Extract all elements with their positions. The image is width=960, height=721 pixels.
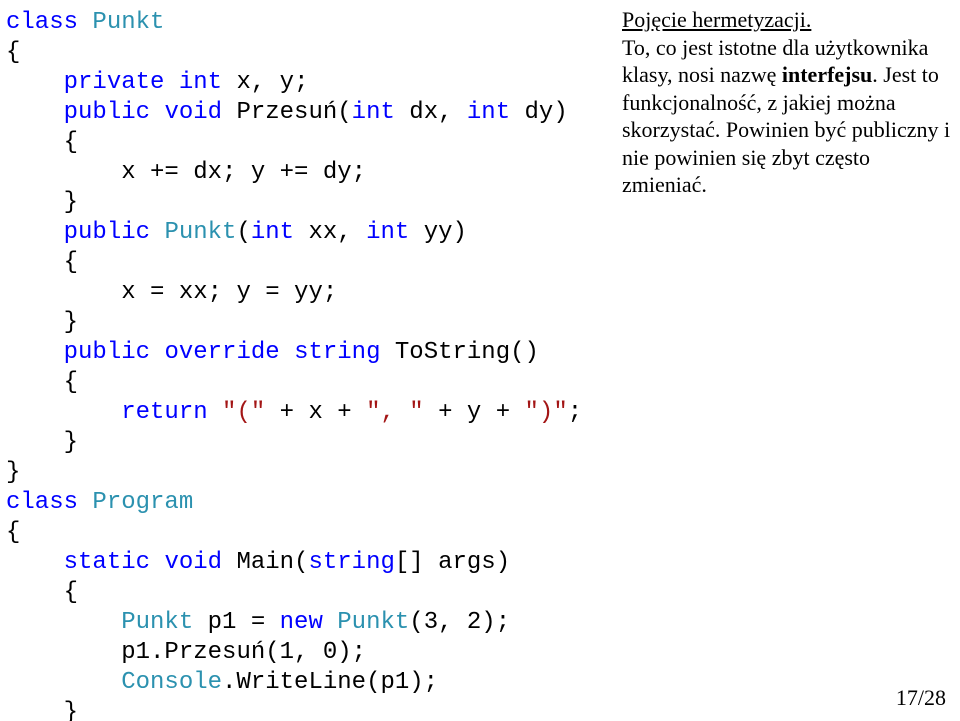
kw-int: int	[467, 99, 510, 126]
type-punkt: Punkt	[164, 219, 236, 246]
space	[150, 219, 164, 246]
code-block: class Punkt { private int x, y; public v…	[0, 0, 616, 721]
param-end: dy)	[510, 99, 568, 126]
kw-public: public	[64, 339, 150, 366]
kw-void: void	[164, 549, 222, 576]
kw-string: string	[294, 339, 380, 366]
param-end: yy)	[409, 219, 467, 246]
space	[323, 609, 337, 636]
brace-close: }	[6, 429, 78, 456]
string-literal: ", "	[366, 399, 424, 426]
kw-override: override	[164, 339, 279, 366]
string-literal: "("	[222, 399, 265, 426]
kw-static: static	[64, 549, 150, 576]
space	[78, 489, 92, 516]
indent	[6, 609, 121, 636]
sidebar-title: Pojęcie hermetyzacji.	[622, 6, 952, 34]
brace-open: {	[6, 39, 20, 66]
sidebar-note: Pojęcie hermetyzacji. To, co jest istotn…	[622, 6, 952, 199]
brace-close: }	[6, 189, 78, 216]
method-name: Przesuń(	[222, 99, 352, 126]
code-line: p1.Przesuń(1, 0);	[6, 639, 366, 666]
kw-class: class	[6, 489, 78, 516]
field-names: x, y;	[222, 69, 308, 96]
brace-close: }	[6, 459, 20, 486]
semicolon: ;	[568, 399, 582, 426]
type-program: Program	[92, 489, 193, 516]
type-punkt: Punkt	[121, 609, 193, 636]
brace-open: {	[6, 519, 20, 546]
sidebar-bold-term: interfejsu	[782, 62, 872, 87]
brace-close: }	[6, 309, 78, 336]
indent	[6, 69, 64, 96]
method-name: Main(	[222, 549, 308, 576]
ctor-args: (3, 2);	[409, 609, 510, 636]
string-literal: ")"	[525, 399, 568, 426]
param-sep: dx,	[395, 99, 467, 126]
code-line: x = xx; y = yy;	[6, 279, 337, 306]
method-call: .WriteLine(p1);	[222, 669, 438, 696]
method-name: ToString()	[380, 339, 538, 366]
kw-return: return	[121, 399, 207, 426]
kw-int: int	[179, 69, 222, 96]
kw-int: int	[251, 219, 294, 246]
brace-open: {	[6, 129, 78, 156]
slide-page: class Punkt { private int x, y; public v…	[0, 0, 960, 721]
kw-string: string	[308, 549, 394, 576]
kw-void: void	[164, 99, 222, 126]
param-end: [] args)	[395, 549, 510, 576]
type-console: Console	[121, 669, 222, 696]
concat: + x +	[265, 399, 366, 426]
brace-close: }	[6, 699, 78, 721]
indent	[6, 399, 121, 426]
brace-open: {	[6, 249, 78, 276]
paren: (	[236, 219, 250, 246]
assign: p1 =	[193, 609, 279, 636]
param-sep: xx,	[294, 219, 366, 246]
kw-public: public	[64, 99, 150, 126]
indent	[6, 219, 64, 246]
brace-open: {	[6, 369, 78, 396]
indent	[6, 549, 64, 576]
kw-int: int	[352, 99, 395, 126]
sidebar-paragraph: To, co jest istotne dla użytkownika klas…	[622, 34, 952, 199]
kw-class: class	[6, 9, 78, 36]
type-punkt: Punkt	[92, 9, 164, 36]
type-punkt: Punkt	[337, 609, 409, 636]
kw-int: int	[366, 219, 409, 246]
indent	[6, 669, 121, 696]
indent	[6, 339, 64, 366]
indent	[6, 99, 64, 126]
brace-open: {	[6, 579, 78, 606]
kw-public: public	[64, 219, 150, 246]
space	[208, 399, 222, 426]
kw-private: private	[64, 69, 165, 96]
code-line: x += dx; y += dy;	[6, 159, 366, 186]
page-number: 17/28	[896, 685, 946, 711]
concat: + y +	[424, 399, 525, 426]
kw-new: new	[280, 609, 323, 636]
space	[78, 9, 92, 36]
